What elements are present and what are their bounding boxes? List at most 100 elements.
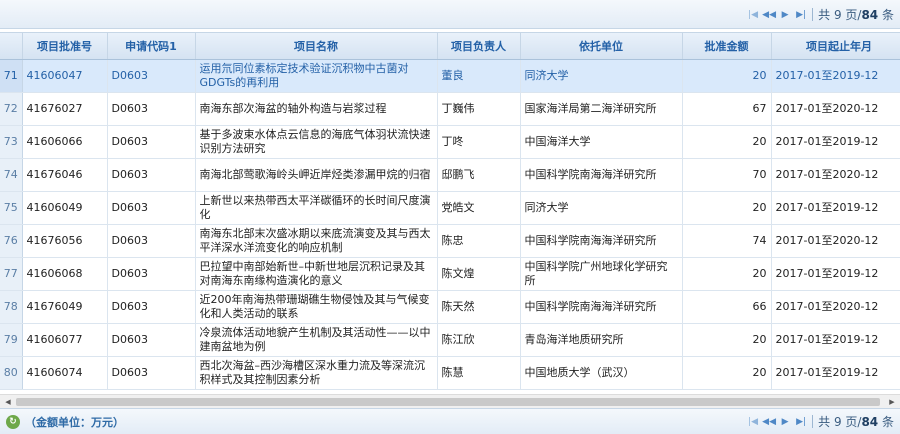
cell-period: 2017-01至2019-12 <box>771 59 900 93</box>
horizontal-scrollbar[interactable]: ◀ ▶ <box>0 394 900 408</box>
cell-project-id: 41676027 <box>22 92 108 126</box>
cell-apply-code: D0603 <box>107 290 196 324</box>
column-header-leader[interactable]: 项目负责人 <box>437 33 521 60</box>
cell-organization: 中国科学院广州地球化学研究所 <box>520 257 683 291</box>
table-row[interactable]: 72 41676027 D0603 南海东部次海盆的轴外构造与岩浆过程 丁巍伟 … <box>0 92 900 126</box>
amount-unit-note: ↻ （金额单位：万元） <box>6 414 124 430</box>
last-page-icon[interactable]: ▶| <box>795 9 807 21</box>
column-header-amount[interactable]: 批准金额 <box>682 33 772 60</box>
row-number: 74 <box>0 158 23 192</box>
cell-project-name: 基于多波束水体点云信息的海底气体羽状流快速识别方法研究 <box>195 125 438 159</box>
cell-apply-code: D0603 <box>107 191 196 225</box>
cell-period: 2017-01至2020-12 <box>771 224 900 258</box>
column-header-project-name[interactable]: 项目名称 <box>195 33 438 60</box>
row-number: 80 <box>0 356 23 390</box>
cell-amount: 20 <box>682 59 772 93</box>
cell-period: 2017-01至2019-12 <box>771 125 900 159</box>
page-count-info: 共 9 页/84 条 <box>818 8 894 22</box>
cell-project-id: 41606068 <box>22 257 108 291</box>
cell-period: 2017-01至2019-12 <box>771 356 900 390</box>
row-number: 78 <box>0 290 23 324</box>
prev-page-icon[interactable]: ◀◀ <box>762 9 776 21</box>
cell-organization: 青岛海洋地质研究所 <box>520 323 683 357</box>
cell-project-name: 运用氘同位素标定技术验证沉积物中古菌对GDGTs的再利用 <box>195 59 438 93</box>
column-header-apply-code[interactable]: 申请代码1 <box>107 33 196 60</box>
cell-period: 2017-01至2020-12 <box>771 158 900 192</box>
row-number: 77 <box>0 257 23 291</box>
cell-amount: 20 <box>682 323 772 357</box>
cell-amount: 20 <box>682 125 772 159</box>
scroll-left-icon[interactable]: ◀ <box>3 397 13 407</box>
cell-project-name: 巴拉望中南部始新世–中新世地层沉积记录及其对南海东南缘构造演化的意义 <box>195 257 438 291</box>
next-page-icon[interactable]: ▶ <box>779 9 791 21</box>
refresh-icon[interactable]: ↻ <box>6 415 20 429</box>
cell-leader: 丁咚 <box>437 125 521 159</box>
cell-project-name: 南海北部莺歌海岭头岬近岸烃类渗漏甲烷的归宿 <box>195 158 438 192</box>
last-page-icon[interactable]: ▶| <box>795 416 807 428</box>
cell-project-name: 南海东部次海盆的轴外构造与岩浆过程 <box>195 92 438 126</box>
cell-project-name: 西北次海盆–西沙海槽区深水重力流及等深流沉积样式及其控制因素分析 <box>195 356 438 390</box>
cell-project-name: 南海东北部末次盛冰期以来底流演变及其与西太平洋深水洋流变化的响应机制 <box>195 224 438 258</box>
rownum-header <box>0 33 23 60</box>
cell-leader: 陈慧 <box>437 356 521 390</box>
table-row[interactable]: 78 41676049 D0603 近200年南海热带珊瑚礁生物侵蚀及其与气候变… <box>0 290 900 324</box>
cell-apply-code: D0603 <box>107 59 196 93</box>
cell-project-id: 41606077 <box>22 323 108 357</box>
cell-leader: 邸鹏飞 <box>437 158 521 192</box>
first-page-icon[interactable]: |◀ <box>747 416 759 428</box>
table-row[interactable]: 79 41606077 D0603 冷泉流体活动地貌产生机制及其活动性——以中建… <box>0 323 900 357</box>
cell-organization: 中国海洋大学 <box>520 125 683 159</box>
column-header-period[interactable]: 项目起止年月 <box>771 33 900 60</box>
cell-project-id: 41606047 <box>22 59 108 93</box>
cell-amount: 67 <box>682 92 772 126</box>
prev-page-icon[interactable]: ◀◀ <box>762 416 776 428</box>
next-page-icon[interactable]: ▶ <box>779 416 791 428</box>
results-table: 项目批准号 申请代码1 项目名称 项目负责人 依托单位 批准金额 项目起止年月 … <box>0 33 900 390</box>
cell-leader: 丁巍伟 <box>437 92 521 126</box>
cell-amount: 74 <box>682 224 772 258</box>
page-count-info: 共 9 页/84 条 <box>818 415 894 429</box>
table-row[interactable]: 76 41676056 D0603 南海东北部末次盛冰期以来底流演变及其与西太平… <box>0 224 900 258</box>
row-number: 75 <box>0 191 23 225</box>
table-row[interactable]: 71 41606047 D0603 运用氘同位素标定技术验证沉积物中古菌对GDG… <box>0 59 900 93</box>
cell-period: 2017-01至2020-12 <box>771 92 900 126</box>
cell-project-id: 41606066 <box>22 125 108 159</box>
scrollbar-thumb[interactable] <box>16 398 880 406</box>
table-row[interactable]: 80 41606074 D0603 西北次海盆–西沙海槽区深水重力流及等深流沉积… <box>0 356 900 390</box>
column-header-organization[interactable]: 依托单位 <box>520 33 683 60</box>
cell-apply-code: D0603 <box>107 224 196 258</box>
scroll-right-icon[interactable]: ▶ <box>887 397 897 407</box>
top-pager: |◀ ◀◀ ▶ ▶| 共 9 页/84 条 <box>745 6 894 23</box>
cell-leader: 陈天然 <box>437 290 521 324</box>
cell-project-id: 41676046 <box>22 158 108 192</box>
cell-leader: 陈江欣 <box>437 323 521 357</box>
bottom-pager-bar: ↻ （金额单位：万元） |◀ ◀◀ ▶ ▶| 共 9 页/84 条 <box>0 408 900 434</box>
cell-project-name: 冷泉流体活动地貌产生机制及其活动性——以中建南盆地为例 <box>195 323 438 357</box>
cell-apply-code: D0603 <box>107 356 196 390</box>
cell-apply-code: D0603 <box>107 92 196 126</box>
row-number: 79 <box>0 323 23 357</box>
cell-organization: 同济大学 <box>520 59 683 93</box>
cell-period: 2017-01至2019-12 <box>771 323 900 357</box>
row-number: 76 <box>0 224 23 258</box>
table-row[interactable]: 77 41606068 D0603 巴拉望中南部始新世–中新世地层沉积记录及其对… <box>0 257 900 291</box>
cell-project-id: 41606049 <box>22 191 108 225</box>
cell-project-id: 41676049 <box>22 290 108 324</box>
first-page-icon[interactable]: |◀ <box>747 9 759 21</box>
table-row[interactable]: 75 41606049 D0603 上新世以来热带西太平洋碳循环的长时间尺度演化… <box>0 191 900 225</box>
cell-leader: 陈文煌 <box>437 257 521 291</box>
cell-leader: 党皓文 <box>437 191 521 225</box>
cell-project-name: 上新世以来热带西太平洋碳循环的长时间尺度演化 <box>195 191 438 225</box>
column-header-project-id[interactable]: 项目批准号 <box>22 33 108 60</box>
amount-unit-label: （金额单位：万元） <box>25 416 124 429</box>
cell-project-id: 41606074 <box>22 356 108 390</box>
bottom-pager: |◀ ◀◀ ▶ ▶| 共 9 页/84 条 <box>745 413 894 430</box>
table-row[interactable]: 74 41676046 D0603 南海北部莺歌海岭头岬近岸烃类渗漏甲烷的归宿 … <box>0 158 900 192</box>
top-pager-bar: |◀ ◀◀ ▶ ▶| 共 9 页/84 条 <box>0 0 900 29</box>
cell-organization: 中国科学院南海海洋研究所 <box>520 290 683 324</box>
results-grid: 项目批准号 申请代码1 项目名称 项目负责人 依托单位 批准金额 项目起止年月 … <box>0 32 900 394</box>
cell-apply-code: D0603 <box>107 323 196 357</box>
cell-apply-code: D0603 <box>107 125 196 159</box>
table-row[interactable]: 73 41606066 D0603 基于多波束水体点云信息的海底气体羽状流快速识… <box>0 125 900 159</box>
cell-organization: 国家海洋局第二海洋研究所 <box>520 92 683 126</box>
